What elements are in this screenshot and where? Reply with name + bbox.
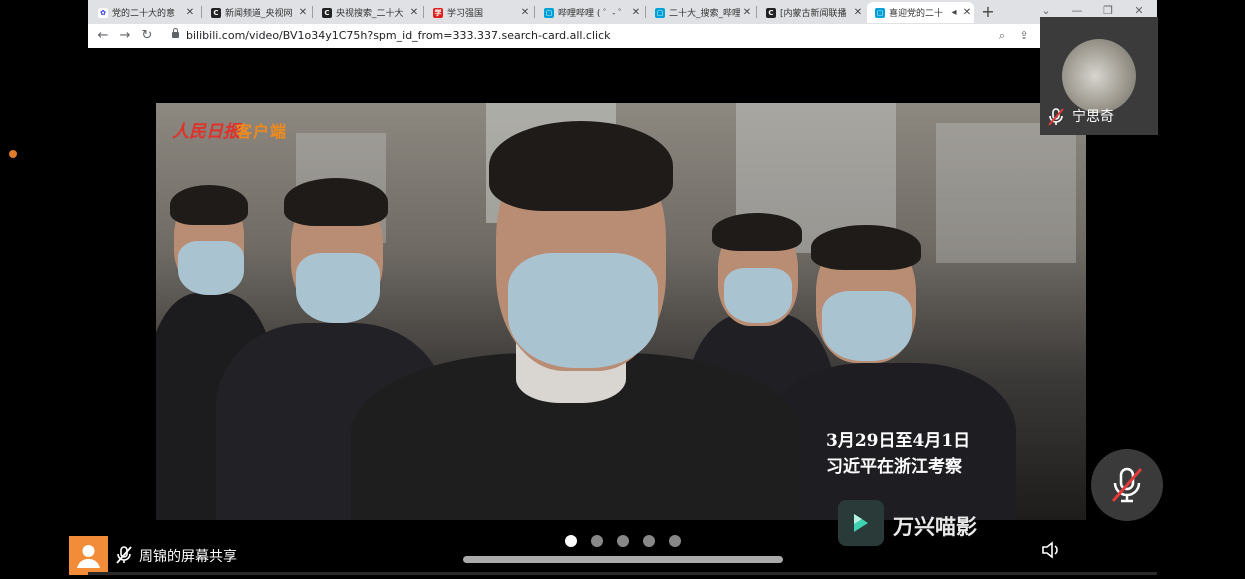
close-icon[interactable]: ✕ [851, 7, 865, 18]
close-icon[interactable]: ✕ [183, 7, 197, 18]
address-bar[interactable]: bilibili.com/video/BV1o34y1C75h?spm_id_f… [186, 27, 1056, 45]
tab-separator [645, 6, 646, 18]
page-dot-4[interactable] [643, 535, 655, 547]
tab-separator [201, 6, 202, 18]
speaker-icon[interactable]: ◂ [948, 7, 960, 18]
presenter-avatar [69, 536, 108, 575]
xuexi-icon: 学 [433, 7, 443, 18]
tab-1[interactable]: ✿ 党的二十大的意 ✕ [90, 2, 197, 23]
tab-title: 学习强国 [447, 9, 484, 19]
video-caption-title: 习近平在浙江考察 [826, 457, 962, 477]
status-dot [9, 150, 17, 158]
page-dot-2[interactable] [591, 535, 603, 547]
person-icon [77, 545, 100, 568]
video-caption-date: 3月29日至4月1日 [826, 431, 971, 451]
screen-share-label: 周锦的屏幕共享 [139, 549, 237, 565]
page-dot-5[interactable] [669, 535, 681, 547]
mic-muted-icon [114, 545, 134, 565]
tab-4[interactable]: 学 学习强国 ✕ [425, 2, 532, 23]
tab-title: 二十大_搜索_哔哩 [669, 9, 740, 19]
mic-muted-icon [1111, 467, 1143, 503]
tab-separator [534, 6, 535, 18]
bilibili-icon: ▢ [875, 7, 885, 18]
close-icon[interactable]: ✕ [629, 7, 643, 18]
mic-muted-icon [1046, 107, 1066, 127]
tab-strip: ✿ 党的二十大的意 ✕ C 新闻频道_央视网 ✕ C 央视搜索_二十大 ✕ 学 … [88, 0, 1157, 24]
video-logo: 人民日报 [172, 122, 240, 142]
participant-name: 宁思奇 [1072, 109, 1114, 125]
cctv-icon: C [322, 7, 332, 18]
tab-6[interactable]: ▢ 二十大_搜索_哔哩 ✕ [647, 2, 754, 23]
tab-8-active[interactable]: ▢ 喜迎党的二十 ◂ ✕ [867, 2, 974, 23]
watermark-logo-icon [838, 500, 884, 546]
tab-title: 喜迎党的二十 [889, 9, 944, 19]
home-indicator[interactable] [463, 556, 783, 563]
zoom-icon[interactable]: ⌕ [993, 27, 1011, 45]
bilibili-icon: ▢ [655, 7, 665, 18]
baidu-icon: ✿ [98, 7, 108, 18]
toolbar: ← → ↻ bilibili.com/video/BV1o34y1C75h?sp… [88, 24, 1157, 48]
tab-title: [内蒙古新闻联播 [780, 9, 847, 19]
new-tab-button[interactable]: + [978, 3, 998, 21]
share-icon[interactable]: ⇪ [1015, 27, 1033, 45]
tab-separator [756, 6, 757, 18]
tab-title: 央视搜索_二十大 [336, 9, 404, 19]
speaker-icon[interactable] [1040, 539, 1062, 561]
page-dot-1[interactable] [565, 535, 577, 547]
cctv-icon: C [766, 7, 776, 18]
tab-separator [423, 6, 424, 18]
close-icon[interactable]: ✕ [740, 7, 754, 18]
video-frame[interactable]: 人民日报 客户端 3月29日至4月1日 习近平在浙江考察 [156, 103, 1086, 520]
reload-icon[interactable]: ↻ [138, 27, 156, 45]
browser-window: ✿ 党的二十大的意 ✕ C 新闻频道_央视网 ✕ C 央视搜索_二十大 ✕ 学 … [88, 0, 1157, 48]
back-icon[interactable]: ← [94, 27, 112, 45]
tab-separator [312, 6, 313, 18]
tab-7[interactable]: C [内蒙古新闻联播 ✕ [758, 2, 865, 23]
participant-tile[interactable]: 宁思奇 [1040, 17, 1158, 135]
bilibili-icon: ▢ [544, 7, 554, 18]
tab-title: 党的二十大的意 [112, 9, 176, 19]
tab-title: 哔哩哔哩 ( ゜- ゜ [558, 9, 628, 19]
page-dot-3[interactable] [617, 535, 629, 547]
tab-5[interactable]: ▢ 哔哩哔哩 ( ゜- ゜ ✕ [536, 2, 643, 23]
tab-title: 新闻频道_央视网 [225, 9, 293, 19]
video-logo-sub: 客户端 [236, 122, 288, 141]
tab-3[interactable]: C 央视搜索_二十大 ✕ [314, 2, 421, 23]
mute-button[interactable] [1091, 449, 1163, 521]
close-icon[interactable]: ✕ [518, 7, 532, 18]
lock-icon[interactable] [172, 28, 179, 38]
close-icon[interactable]: ✕ [407, 7, 421, 18]
close-icon[interactable]: ✕ [296, 7, 310, 18]
tab-2[interactable]: C 新闻频道_央视网 ✕ [203, 2, 310, 23]
avatar [1062, 39, 1136, 113]
close-icon[interactable]: ✕ [960, 7, 974, 18]
watermark-text: 万兴喵影 [893, 515, 977, 539]
cctv-icon: C [211, 7, 221, 18]
forward-icon[interactable]: → [116, 27, 134, 45]
